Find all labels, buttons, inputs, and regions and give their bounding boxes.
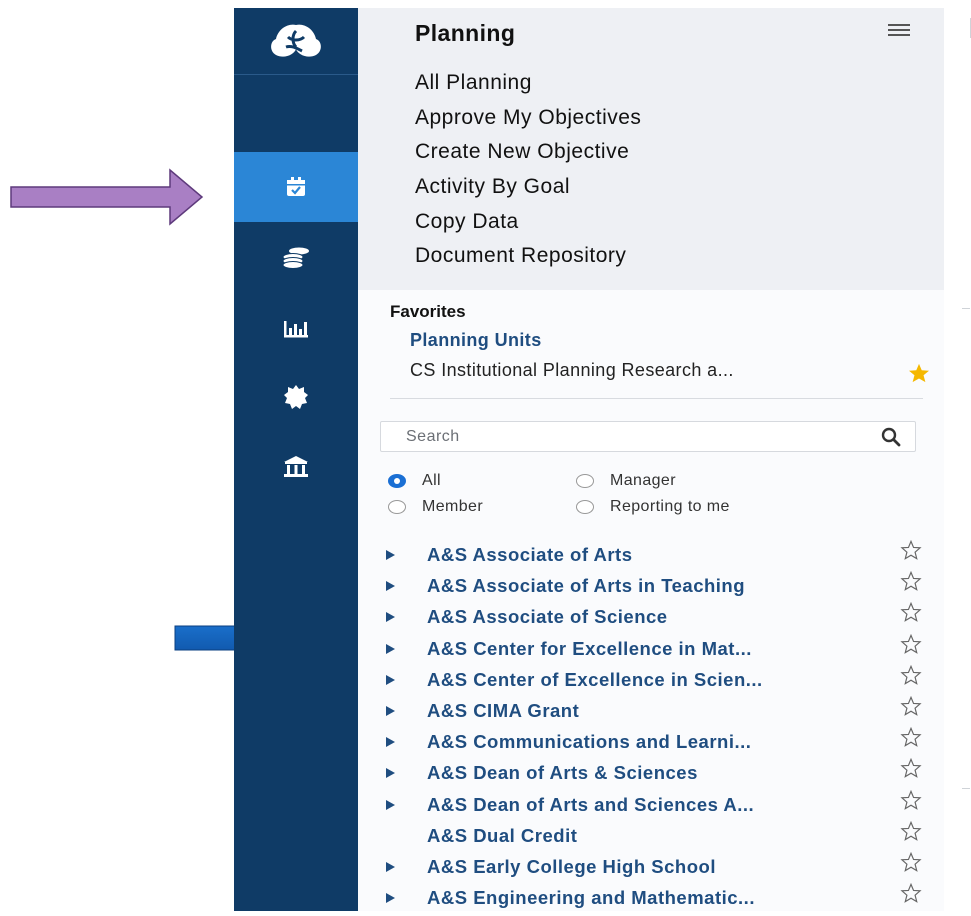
search-input[interactable] — [381, 422, 861, 451]
planning-unit-row[interactable]: A&S CIMA Grant — [386, 695, 936, 729]
search-icon[interactable] — [881, 427, 901, 447]
star-outline-icon[interactable] — [900, 540, 922, 560]
planning-unit-row[interactable]: A&S Engineering and Mathematic... — [386, 883, 936, 916]
radio-label: Manager — [610, 472, 676, 489]
panel-title: Planning — [415, 20, 516, 46]
star-outline-icon[interactable] — [900, 758, 922, 779]
radio-unchecked-icon — [576, 500, 594, 514]
planning-unit-label[interactable]: A&S Communications and Learni... — [427, 731, 751, 753]
planning-unit-row[interactable]: A&S Dean of Arts and Sciences A... — [386, 789, 936, 823]
rail-item-reports[interactable] — [234, 292, 358, 362]
planning-unit-label[interactable]: A&S Dual Credit — [427, 825, 577, 847]
planning-units-link[interactable]: Planning Units — [410, 330, 542, 351]
expand-caret-icon[interactable] — [386, 768, 395, 779]
expand-caret-icon[interactable] — [386, 550, 395, 560]
institution-icon — [284, 456, 308, 477]
favorites-heading: Favorites — [390, 302, 466, 321]
star-outline-icon[interactable] — [900, 633, 922, 654]
planning-unit-label[interactable]: A&S Engineering and Mathematic... — [427, 887, 755, 909]
menu-item-activity-by-goal[interactable]: Activity By Goal — [415, 174, 641, 209]
bar-chart-icon — [284, 321, 308, 338]
planning-unit-list: A&S Associate of Arts A&S Associate of Ar… — [386, 540, 936, 916]
expand-caret-icon[interactable] — [386, 643, 395, 654]
rail-item-institution[interactable] — [234, 432, 358, 502]
coins-icon — [282, 247, 309, 269]
planning-unit-label[interactable]: A&S Associate of Arts in Teaching — [427, 575, 745, 597]
calendar-check-icon — [287, 177, 305, 196]
filter-radio-all[interactable]: All — [388, 472, 441, 490]
annotation-arrow-purple — [10, 168, 204, 226]
planning-unit-row[interactable]: A&S Associate of Arts in Teaching — [386, 571, 936, 604]
star-outline-icon[interactable] — [900, 883, 922, 903]
planning-units-panel: Favorites Planning Units CS Institutiona… — [358, 290, 944, 911]
planning-unit-label[interactable]: A&S Associate of Science — [427, 606, 668, 628]
planning-unit-row[interactable]: A&S Early College High School — [386, 851, 936, 885]
expand-caret-icon[interactable] — [386, 705, 395, 716]
filter-radio-reporting-to-me[interactable]: Reporting to me — [576, 498, 730, 516]
radio-unchecked-icon — [576, 474, 594, 488]
planning-menu-list: All Planning Approve My Objectives Creat… — [415, 70, 641, 278]
planning-unit-label[interactable]: A&S Dean of Arts & Sciences — [427, 762, 698, 784]
menu-item-copy-data[interactable]: Copy Data — [415, 209, 641, 244]
divider — [390, 398, 923, 399]
radio-unchecked-icon — [388, 500, 406, 514]
star-outline-icon[interactable] — [900, 571, 922, 592]
favorite-item[interactable]: CS Institutional Planning Research a... — [410, 360, 734, 381]
planning-unit-label[interactable]: A&S Early College High School — [427, 856, 716, 878]
planning-unit-row[interactable]: A&S Associate of Science — [386, 602, 936, 635]
radio-checked-icon — [388, 474, 406, 488]
planning-menu-panel: Planning All Planning Approve My Objecti… — [358, 8, 944, 290]
menu-item-approve-my-objectives[interactable]: Approve My Objectives — [415, 105, 641, 140]
planning-unit-label[interactable]: A&S Center of Excellence in Scien... — [427, 669, 763, 691]
menu-item-all-planning[interactable]: All Planning — [415, 70, 641, 105]
planning-unit-row[interactable]: A&S Communications and Learni... — [386, 727, 936, 760]
rail-item-budget[interactable] — [234, 222, 358, 292]
search-box — [380, 421, 916, 452]
expand-caret-icon[interactable] — [386, 893, 395, 904]
planning-unit-label[interactable]: A&S CIMA Grant — [427, 700, 579, 722]
rail-item-planning[interactable] — [234, 152, 358, 222]
planning-unit-row[interactable]: A&S Center of Excellence in Scien... — [386, 664, 936, 698]
nav-rail — [234, 8, 358, 911]
star-outline-icon[interactable] — [900, 727, 922, 748]
expand-caret-icon[interactable] — [386, 612, 395, 623]
background-page-edge — [944, 8, 971, 911]
planning-unit-row[interactable]: A&S Center for Excellence in Mat... — [386, 633, 936, 667]
badge-icon — [284, 385, 308, 409]
menu-item-document-repository[interactable]: Document Repository — [415, 243, 641, 278]
star-outline-icon[interactable] — [900, 820, 922, 841]
radio-label: All — [422, 472, 441, 489]
planning-unit-label[interactable]: A&S Associate of Arts — [427, 544, 632, 566]
rail-item-accreditation[interactable] — [234, 362, 358, 432]
filter-radio-member[interactable]: Member — [388, 498, 483, 516]
filter-radio-manager[interactable]: Manager — [576, 472, 676, 490]
hamburger-menu-icon[interactable] — [888, 24, 910, 38]
planning-unit-row[interactable]: A&S Associate of Arts — [386, 540, 936, 573]
expand-caret-icon[interactable] — [386, 737, 395, 748]
logo-icon[interactable] — [234, 8, 358, 75]
star-outline-icon[interactable] — [900, 695, 922, 716]
radio-label: Reporting to me — [610, 498, 730, 515]
planning-unit-row[interactable]: A&S Dean of Arts & Sciences — [386, 758, 936, 791]
star-outline-icon[interactable] — [900, 851, 922, 872]
radio-label: Member — [422, 498, 484, 515]
planning-unit-label[interactable]: A&S Center for Excellence in Mat... — [427, 638, 752, 660]
menu-item-create-new-objective[interactable]: Create New Objective — [415, 139, 641, 174]
expand-caret-icon[interactable] — [386, 581, 395, 592]
star-filled-icon[interactable] — [908, 363, 930, 383]
planning-unit-row[interactable]: A&S Dual Credit — [386, 820, 936, 854]
expand-caret-icon[interactable] — [386, 861, 395, 872]
star-outline-icon[interactable] — [900, 602, 922, 623]
planning-unit-label[interactable]: A&S Dean of Arts and Sciences A... — [427, 794, 754, 816]
star-outline-icon[interactable] — [900, 789, 922, 810]
star-outline-icon[interactable] — [900, 664, 922, 685]
expand-caret-icon[interactable] — [386, 799, 395, 810]
expand-caret-icon[interactable] — [386, 674, 395, 685]
